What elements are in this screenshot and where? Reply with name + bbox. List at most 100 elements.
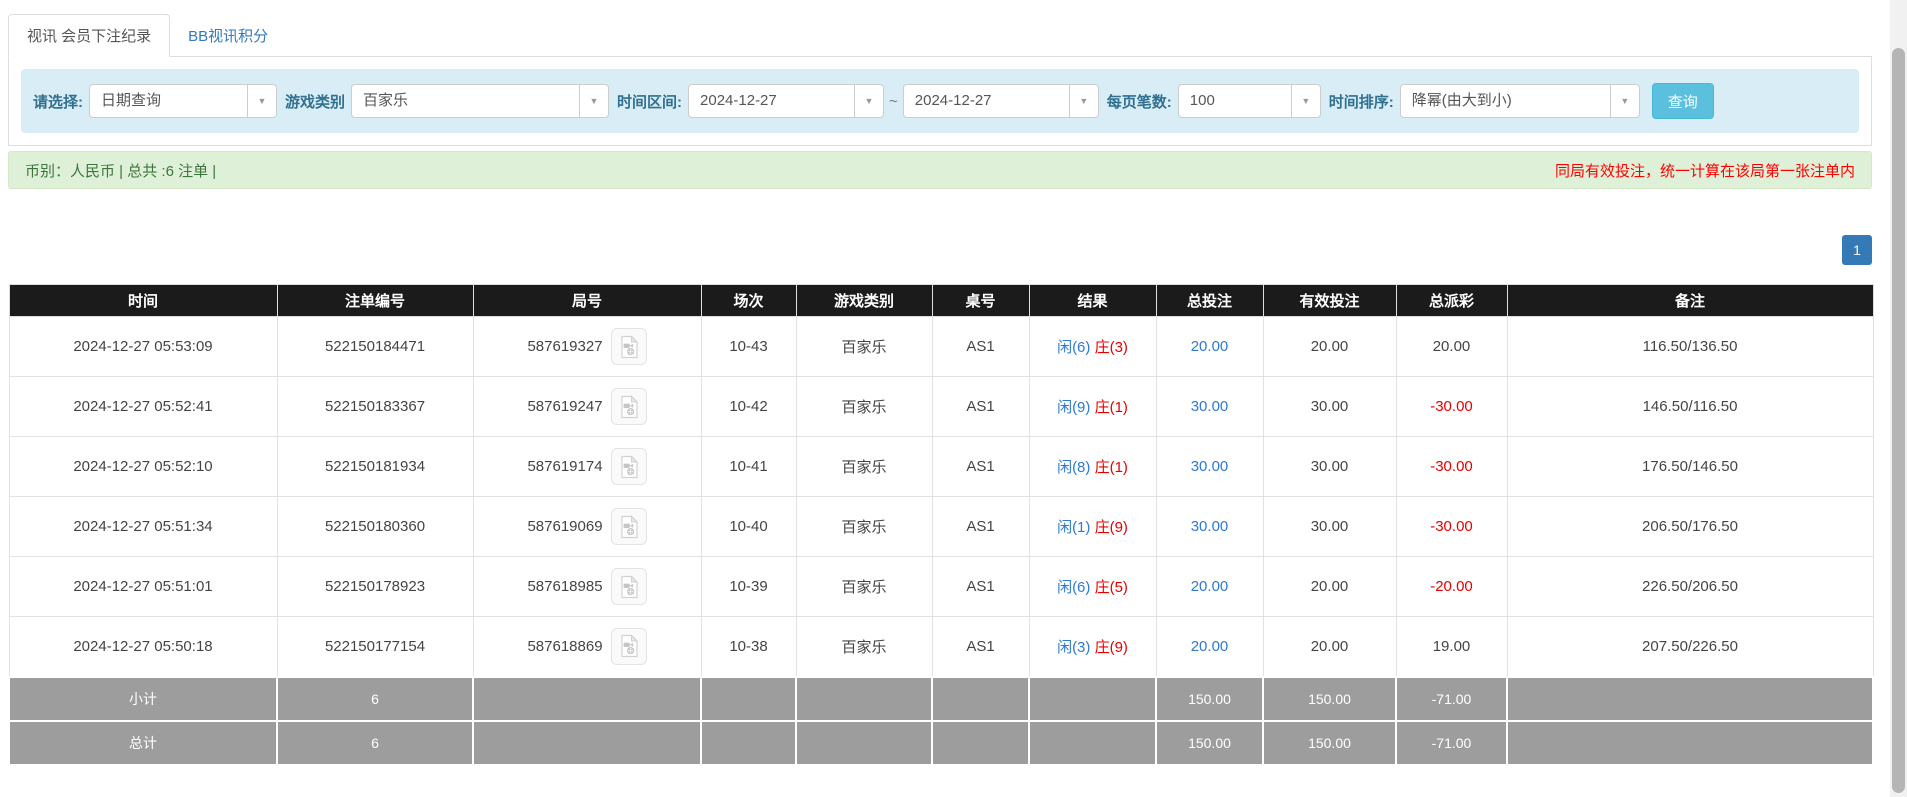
cell-total-bet: 20.00 bbox=[1156, 317, 1263, 377]
sort-order-select[interactable]: 降幂(由大到小) ▼ bbox=[1400, 84, 1640, 118]
cell-payout: -20.00 bbox=[1396, 557, 1507, 617]
date-to-select[interactable]: 2024-12-27 ▼ bbox=[903, 84, 1099, 118]
total-bet-link[interactable]: 30.00 bbox=[1191, 518, 1229, 535]
summary-bar: 币别：人民币 | 总共 :6 注单 | 同局有效投注，统一计算在该局第一张注单内 bbox=[8, 151, 1872, 189]
video-file-icon bbox=[617, 575, 641, 599]
cell-note: 116.50/136.50 bbox=[1507, 317, 1873, 377]
cell-round-id: 587618985 bbox=[473, 557, 701, 617]
cell-game-type: 百家乐 bbox=[796, 317, 932, 377]
total-bet-link[interactable]: 30.00 bbox=[1191, 458, 1229, 475]
total-bet-link[interactable]: 20.00 bbox=[1191, 338, 1229, 355]
per-page-label: 每页笔数: bbox=[1107, 91, 1172, 112]
result-banker: 庄(5) bbox=[1095, 579, 1128, 596]
total-bet-link[interactable]: 30.00 bbox=[1191, 398, 1229, 415]
summary-empty-session bbox=[701, 677, 796, 721]
game-type-value: 百家乐 bbox=[352, 85, 579, 117]
scrollbar-thumb[interactable] bbox=[1892, 48, 1905, 793]
col-header-total-payout: 总派彩 bbox=[1396, 285, 1507, 317]
video-replay-button[interactable] bbox=[611, 388, 647, 425]
result-banker: 庄(9) bbox=[1095, 519, 1128, 536]
summary-empty-table bbox=[932, 677, 1029, 721]
cell-time: 2024-12-27 05:53:09 bbox=[9, 317, 277, 377]
summary-empty-note bbox=[1507, 721, 1873, 765]
chevron-down-icon: ▼ bbox=[579, 85, 608, 117]
summary-count: 6 bbox=[277, 677, 473, 721]
table-row: 2024-12-27 05:50:18522150177154587618869… bbox=[9, 617, 1873, 677]
cell-session: 10-42 bbox=[701, 377, 796, 437]
cell-note: 146.50/116.50 bbox=[1507, 377, 1873, 437]
cell-total-bet: 20.00 bbox=[1156, 617, 1263, 677]
summary-valid-bet: 150.00 bbox=[1263, 677, 1396, 721]
cell-session: 10-38 bbox=[701, 617, 796, 677]
cell-session: 10-39 bbox=[701, 557, 796, 617]
summary-empty-note bbox=[1507, 677, 1873, 721]
cell-game-type: 百家乐 bbox=[796, 377, 932, 437]
table-row: 2024-12-27 05:51:34522150180360587619069… bbox=[9, 497, 1873, 557]
video-replay-button[interactable] bbox=[611, 568, 647, 605]
cell-payout: -30.00 bbox=[1396, 437, 1507, 497]
result-banker: 庄(3) bbox=[1095, 339, 1128, 356]
cell-table-no: AS1 bbox=[932, 617, 1029, 677]
cell-bet-id: 522150181934 bbox=[277, 437, 473, 497]
filter-bar: 请选择: 日期查询 ▼ 游戏类别 百家乐 ▼ 时间区间: 2024-12-27 … bbox=[21, 69, 1859, 133]
choose-label: 请选择: bbox=[33, 91, 83, 112]
sort-order-value: 降幂(由大到小) bbox=[1401, 85, 1610, 117]
summary-label: 总计 bbox=[9, 721, 277, 765]
table-row: 2024-12-27 05:52:41522150183367587619247… bbox=[9, 377, 1873, 437]
summary-payout: -71.00 bbox=[1396, 677, 1507, 721]
cell-result: 闲(6) 庄(5) bbox=[1029, 557, 1156, 617]
result-player: 闲(3) bbox=[1057, 639, 1090, 656]
video-replay-button[interactable] bbox=[611, 448, 647, 485]
cell-round-id: 587619327 bbox=[473, 317, 701, 377]
result-banker: 庄(9) bbox=[1095, 639, 1128, 656]
sort-order-label: 时间排序: bbox=[1329, 91, 1394, 112]
per-page-select[interactable]: 100 ▼ bbox=[1178, 84, 1321, 118]
cell-result: 闲(8) 庄(1) bbox=[1029, 437, 1156, 497]
cell-total-bet: 30.00 bbox=[1156, 437, 1263, 497]
pagination-page-1-button[interactable]: 1 bbox=[1842, 235, 1872, 265]
cell-valid-bet: 20.00 bbox=[1263, 557, 1396, 617]
round-id-text: 587619247 bbox=[527, 398, 602, 415]
currency-total-text: 币别：人民币 | 总共 :6 注单 | bbox=[25, 160, 216, 181]
cell-result: 闲(3) 庄(9) bbox=[1029, 617, 1156, 677]
col-header-table-no: 桌号 bbox=[932, 285, 1029, 317]
cell-game-type: 百家乐 bbox=[796, 557, 932, 617]
col-header-result: 结果 bbox=[1029, 285, 1156, 317]
vertical-scrollbar[interactable] bbox=[1890, 0, 1907, 797]
total-bet-link[interactable]: 20.00 bbox=[1191, 638, 1229, 655]
col-header-valid-bet: 有效投注 bbox=[1263, 285, 1396, 317]
round-id-wrap: 587619069 bbox=[474, 497, 701, 556]
cell-session: 10-43 bbox=[701, 317, 796, 377]
summary-payout: -71.00 bbox=[1396, 721, 1507, 765]
cell-note: 176.50/146.50 bbox=[1507, 437, 1873, 497]
summary-count: 6 bbox=[277, 721, 473, 765]
cell-bet-id: 522150178923 bbox=[277, 557, 473, 617]
chevron-down-icon: ▼ bbox=[1069, 85, 1098, 117]
cell-game-type: 百家乐 bbox=[796, 437, 932, 497]
cell-session: 10-40 bbox=[701, 497, 796, 557]
query-button[interactable]: 查询 bbox=[1652, 83, 1714, 119]
cell-round-id: 587618869 bbox=[473, 617, 701, 677]
cell-round-id: 587619174 bbox=[473, 437, 701, 497]
chevron-down-icon: ▼ bbox=[247, 85, 276, 117]
query-type-select[interactable]: 日期查询 ▼ bbox=[89, 84, 277, 118]
col-header-round-id: 局号 bbox=[473, 285, 701, 317]
cell-time: 2024-12-27 05:52:41 bbox=[9, 377, 277, 437]
video-replay-button[interactable] bbox=[611, 508, 647, 545]
tab-bb-video-points[interactable]: BB视讯积分 bbox=[170, 15, 286, 56]
cell-note: 207.50/226.50 bbox=[1507, 617, 1873, 677]
video-replay-button[interactable] bbox=[611, 628, 647, 665]
date-to-value: 2024-12-27 bbox=[904, 85, 1069, 117]
video-file-icon bbox=[617, 515, 641, 539]
game-type-select[interactable]: 百家乐 ▼ bbox=[351, 84, 609, 118]
video-replay-button[interactable] bbox=[611, 328, 647, 365]
time-range-label: 时间区间: bbox=[617, 91, 682, 112]
result-banker: 庄(1) bbox=[1095, 459, 1128, 476]
result-banker: 庄(1) bbox=[1095, 399, 1128, 416]
tab-video-bet-records[interactable]: 视讯 会员下注纪录 bbox=[8, 14, 170, 57]
cell-total-bet: 30.00 bbox=[1156, 377, 1263, 437]
date-from-select[interactable]: 2024-12-27 ▼ bbox=[688, 84, 884, 118]
cell-result: 闲(1) 庄(9) bbox=[1029, 497, 1156, 557]
cell-bet-id: 522150177154 bbox=[277, 617, 473, 677]
total-bet-link[interactable]: 20.00 bbox=[1191, 578, 1229, 595]
